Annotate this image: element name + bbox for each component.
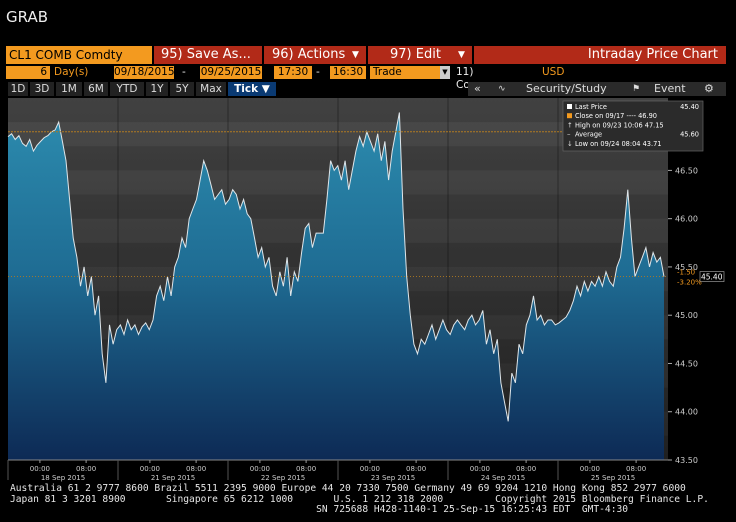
x-tick-label: 08:00 (626, 465, 646, 473)
x-tick-label: 00:00 (250, 465, 270, 473)
change-percent-label: -3.20% (677, 279, 702, 287)
legend-marker: ↑ (567, 121, 573, 129)
x-tick-label: 08:00 (186, 465, 206, 473)
legend-marker (567, 104, 572, 109)
y-tick-label: 44.00 (675, 408, 698, 417)
x-tick-label: 00:00 (30, 465, 50, 473)
footer: Australia 61 2 9777 8600 Brazil 5511 239… (10, 483, 709, 516)
x-day-label: 24 Sep 2015 (481, 474, 525, 482)
legend: Last Price 45.40 Close on 09/17 ---- 46.90… (562, 100, 704, 152)
x-day-label: 18 Sep 2015 (41, 474, 85, 482)
x-tick-label: 00:00 (140, 465, 160, 473)
x-day-label: 22 Sep 2015 (261, 474, 305, 482)
legend-marker: – (567, 131, 571, 139)
x-tick-label: 08:00 (76, 465, 96, 473)
y-tick-label: 43.50 (675, 456, 698, 465)
x-tick-label: 08:00 (406, 465, 426, 473)
x-tick-label: 00:00 (470, 465, 490, 473)
price-chart: 47.0046.5046.0045.5045.0044.5044.0043.50… (7, 98, 726, 482)
footer-line-3: SN 725688 H428-1140-1 25-Sep-15 16:25:43… (10, 504, 629, 515)
y-tick-label: 46.00 (675, 215, 698, 224)
x-day-label: 23 Sep 2015 (371, 474, 415, 482)
footer-line-1: Australia 61 2 9777 8600 Brazil 5511 239… (10, 483, 686, 494)
x-day-label: 25 Sep 2015 (591, 474, 635, 482)
legend-value: 45.40 (680, 103, 699, 111)
x-tick-label: 00:00 (360, 465, 380, 473)
y-tick-label: 46.50 (675, 166, 698, 175)
x-tick-label: 08:00 (296, 465, 316, 473)
x-axis: 00:00 08:0018 Sep 201500:00 08:0021 Sep 20… (7, 459, 668, 482)
change-label: -1.50 (677, 269, 695, 277)
legend-entry: Average (575, 131, 602, 139)
legend-entry: Low on 09/24 08:04 43.71 (575, 140, 661, 148)
legend-entry: High on 09/23 10:06 47.15 (575, 121, 664, 129)
legend-entry: Last Price (575, 103, 607, 111)
y-tick-label: 45.00 (675, 311, 698, 320)
legend-value: 45.60 (680, 131, 699, 139)
x-tick-label: 08:00 (516, 465, 536, 473)
x-day-label: 21 Sep 2015 (151, 474, 195, 482)
legend-marker (567, 113, 572, 119)
legend-entry: Close on 09/17 ---- 46.90 (575, 112, 657, 120)
last-price-label: 45.40 (701, 273, 723, 282)
y-tick-label: 44.50 (675, 359, 698, 368)
legend-marker: ↓ (567, 140, 573, 148)
x-tick-label: 00:00 (580, 465, 600, 473)
